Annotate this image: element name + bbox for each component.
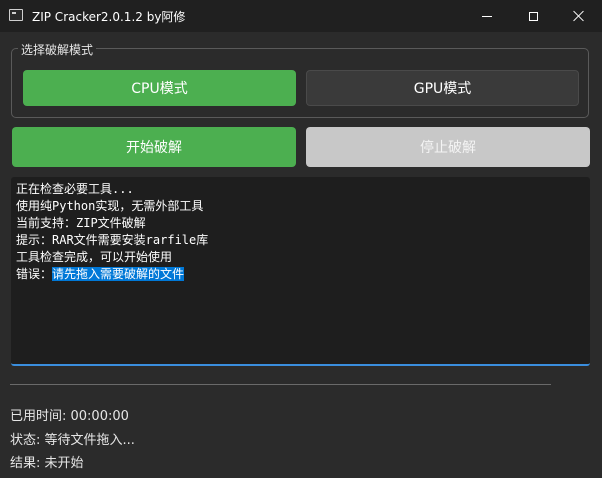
log-output[interactable]: 正在检查必要工具... 使用纯Python实现，无需外部工具 当前支持：ZIP文…: [11, 177, 590, 366]
mode-group-title: 选择破解模式: [18, 41, 97, 58]
status-label: 状态: 等待文件拖入...: [10, 433, 135, 448]
log-line: 正在检查必要工具...: [16, 182, 134, 196]
close-icon: [573, 10, 585, 22]
result-label: 结果: 未开始: [10, 456, 84, 471]
log-line: 当前支持：ZIP文件破解: [16, 216, 146, 230]
maximize-icon: [528, 11, 538, 21]
log-line: 提示：RAR文件需要安装rarfile库: [16, 233, 209, 247]
window-title: ZIP Cracker2.0.1.2 by阿修: [32, 10, 186, 24]
log-error-line: 错误：请先拖入需要破解的文件: [16, 266, 585, 283]
elapsed-time-label: 已用时间: 00:00:00: [10, 409, 129, 424]
progress-divider: [10, 384, 551, 385]
stop-crack-button: 停止破解: [306, 127, 590, 167]
gpu-mode-button[interactable]: GPU模式: [306, 70, 579, 106]
error-prefix: 错误：: [16, 267, 53, 281]
cpu-mode-button[interactable]: CPU模式: [23, 70, 296, 106]
minimize-button[interactable]: [464, 0, 510, 32]
close-button[interactable]: [556, 0, 602, 32]
selected-error-text: 请先拖入需要破解的文件: [52, 267, 185, 281]
title-bar[interactable]: ZIP Cracker2.0.1.2 by阿修: [0, 0, 602, 32]
start-crack-button[interactable]: 开始破解: [12, 127, 296, 167]
minimize-icon: [482, 15, 492, 17]
app-icon: [9, 9, 23, 21]
maximize-button[interactable]: [510, 0, 556, 32]
log-line: 工具检查完成，可以开始使用: [16, 250, 173, 264]
log-line: 使用纯Python实现，无需外部工具: [16, 199, 204, 213]
